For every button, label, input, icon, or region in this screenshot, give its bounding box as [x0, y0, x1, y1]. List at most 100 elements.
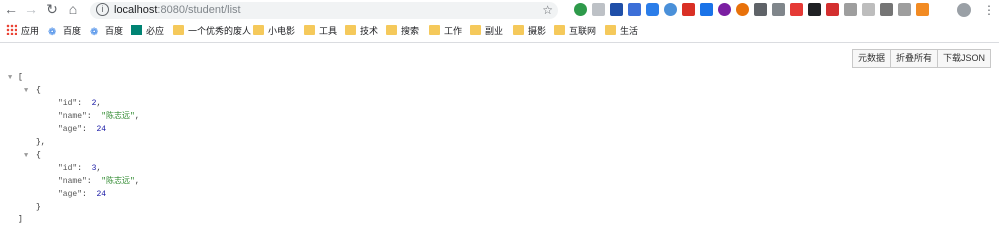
json-key: "name": [58, 112, 87, 121]
bookmark-label: 小电影: [268, 26, 296, 36]
extension-icon[interactable]: [898, 3, 911, 16]
bookmark-apps[interactable]: 应用: [6, 24, 39, 39]
extension-icon[interactable]: [808, 3, 821, 16]
bookmark-folder[interactable]: 小电影: [253, 24, 295, 39]
json-value-string: "陈志远": [101, 177, 135, 186]
object-close-brace: }: [36, 203, 41, 212]
reload-icon[interactable]: ↻: [45, 2, 59, 16]
extension-icon[interactable]: [628, 3, 641, 16]
collapse-triangle-icon[interactable]: ▼: [8, 74, 12, 82]
json-viewer-toolbar: 元数据 折叠所有 下载JSON: [851, 49, 991, 68]
bookmark-star-icon[interactable]: ☆: [542, 2, 553, 19]
folder-icon: [173, 25, 184, 35]
extension-icon[interactable]: [826, 3, 839, 16]
json-row: "age": 24: [58, 189, 106, 201]
address-bar[interactable]: i localhost:8080/student/list ☆: [90, 2, 558, 19]
bookmark-item[interactable]: ❁ 百度: [90, 24, 123, 39]
bookmark-label: 工具: [319, 26, 338, 36]
profile-avatar[interactable]: [957, 3, 971, 17]
json-row: "id": 2,: [58, 98, 101, 110]
bookmark-item[interactable]: 必应: [131, 24, 164, 39]
extension-icon[interactable]: [862, 3, 875, 16]
folder-icon: [605, 25, 616, 35]
browser-toolbar: ← → ↻ ⌂ i localhost:8080/student/list ☆ …: [0, 0, 999, 21]
json-row: "name": "陈志远",: [58, 176, 140, 188]
url-host: localhost: [114, 4, 158, 16]
extension-icon[interactable]: [646, 3, 659, 16]
bookmark-label: 互联网: [569, 26, 597, 36]
url-path: :8080/student/list: [157, 4, 241, 16]
extension-icon[interactable]: [880, 3, 893, 16]
bookmark-folder[interactable]: 搜索: [386, 24, 419, 39]
bookmark-folder[interactable]: 一个优秀的废人: [173, 24, 251, 39]
bookmark-folder[interactable]: 工作: [429, 24, 462, 39]
extension-icon[interactable]: [754, 3, 767, 16]
extension-icon[interactable]: [790, 3, 803, 16]
collapse-all-button[interactable]: 折叠所有: [889, 49, 938, 68]
folder-icon: [470, 25, 481, 35]
folder-icon: [386, 25, 397, 35]
raw-data-button[interactable]: 元数据: [851, 49, 891, 68]
bookmark-folder[interactable]: 摄影: [513, 24, 546, 39]
json-row: "age": 24: [58, 124, 106, 136]
info-icon[interactable]: i: [96, 3, 109, 16]
bookmark-item[interactable]: ❁ 百度: [48, 24, 81, 39]
apps-grid-icon: [6, 24, 17, 35]
bookmark-folder[interactable]: 互联网: [554, 24, 596, 39]
folder-icon: [513, 25, 524, 35]
json-key: "age": [58, 190, 83, 199]
json-colon: :: [77, 99, 83, 108]
bookmark-label: 技术: [360, 26, 379, 36]
array-open-bracket: [: [18, 73, 23, 82]
extension-icon[interactable]: [718, 3, 731, 16]
json-key: "name": [58, 177, 87, 186]
url-text[interactable]: localhost:8080/student/list: [114, 3, 241, 18]
extension-icon[interactable]: [700, 3, 713, 16]
collapse-triangle-icon[interactable]: ▼: [24, 152, 28, 160]
json-colon: :: [82, 190, 87, 199]
bookmark-folder[interactable]: 工具: [304, 24, 337, 39]
bookmark-label: 搜索: [401, 26, 420, 36]
paw-icon: ❁: [90, 27, 99, 38]
json-value-string: "陈志远": [101, 112, 135, 121]
bookmark-folder[interactable]: 生活: [605, 24, 638, 39]
bookmark-label: 应用: [21, 26, 40, 36]
bing-icon: [131, 25, 142, 35]
home-icon[interactable]: ⌂: [66, 2, 80, 16]
extension-icon[interactable]: [610, 3, 623, 16]
json-comma: ,: [134, 177, 140, 186]
extension-icon[interactable]: [916, 3, 929, 16]
extension-icon[interactable]: [664, 3, 677, 16]
json-comma: ,: [96, 99, 102, 108]
forward-arrow-icon[interactable]: →: [24, 2, 38, 16]
json-comma: ,: [96, 164, 102, 173]
extension-icon[interactable]: [736, 3, 749, 16]
collapse-triangle-icon[interactable]: ▼: [24, 87, 28, 95]
download-json-button[interactable]: 下载JSON: [936, 49, 991, 68]
json-value-number: 24: [96, 190, 107, 199]
extension-icon[interactable]: [682, 3, 695, 16]
object-close-brace: },: [36, 138, 46, 147]
json-colon: :: [82, 125, 87, 134]
extension-icon[interactable]: [772, 3, 785, 16]
folder-icon: [253, 25, 264, 35]
json-colon: :: [86, 112, 92, 121]
extension-icon[interactable]: [574, 3, 587, 16]
bookmark-label: 一个优秀的废人: [188, 26, 252, 36]
extension-icon[interactable]: [592, 3, 605, 16]
object-open-brace: {: [36, 151, 41, 160]
bookmark-label: 摄影: [528, 26, 547, 36]
array-close-bracket: ]: [18, 215, 23, 224]
back-arrow-icon[interactable]: ←: [4, 2, 18, 16]
more-menu-icon[interactable]: ⋮: [983, 2, 995, 18]
json-row: "id": 3,: [58, 163, 101, 175]
folder-icon: [429, 25, 440, 35]
json-key: "id": [58, 99, 78, 108]
bookmarks-bar: 应用 ❁ 百度 ❁ 百度 必应 一个优秀的废人 小电影 工具 技术 搜索 工作 副业…: [0, 21, 999, 43]
bookmark-folder[interactable]: 技术: [345, 24, 378, 39]
folder-icon: [345, 25, 356, 35]
bookmark-label: 百度: [105, 26, 124, 36]
extension-icon[interactable]: [844, 3, 857, 16]
json-comma: ,: [134, 112, 140, 121]
bookmark-folder[interactable]: 副业: [470, 24, 503, 39]
